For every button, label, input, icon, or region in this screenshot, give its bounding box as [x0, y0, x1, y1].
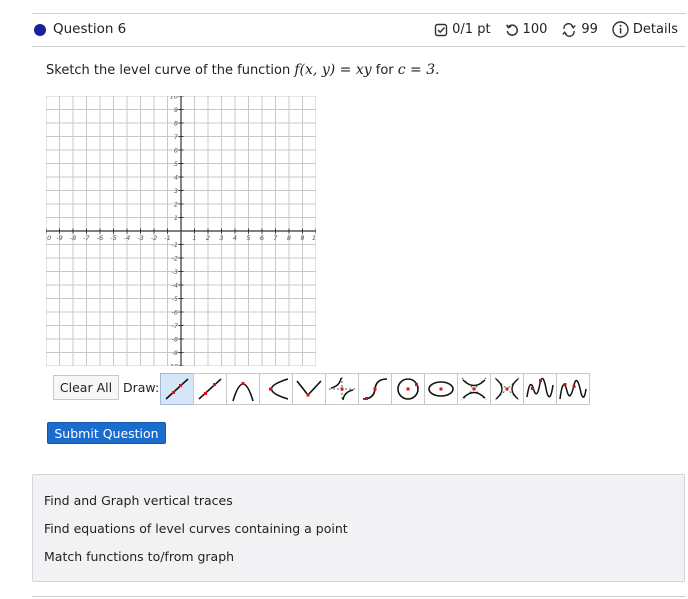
retries-text: 99	[581, 22, 598, 37]
attempts-text: 100	[522, 22, 548, 37]
sine-tool[interactable]	[523, 373, 557, 405]
y-tick-label: -4	[172, 281, 178, 289]
line-tool[interactable]	[160, 373, 194, 405]
x-tick-label: 6	[260, 234, 264, 242]
graphing-canvas[interactable]: -10-9-8-7-6-5-4-3-2-11234567891010987654…	[46, 96, 316, 366]
top-divider	[32, 13, 686, 14]
related-questions-panel: Find and Graph vertical traces Find equa…	[32, 474, 685, 582]
info-icon[interactable]	[612, 21, 629, 38]
y-tick-label: 8	[174, 119, 178, 127]
x-tick-label: 3	[219, 234, 223, 242]
y-tick-label: -8	[172, 335, 178, 343]
y-tick-label: 3	[174, 187, 178, 195]
x-tick-label: -4	[124, 234, 130, 242]
question-header: Question 6 0/1 pt 100 99 Details	[32, 19, 686, 43]
condition-expression: c = 3.	[397, 62, 440, 78]
x-tick-label: -8	[70, 234, 76, 242]
related-item[interactable]: Find and Graph vertical traces	[44, 493, 233, 508]
submit-question-button[interactable]: Submit Question	[47, 422, 166, 444]
ellipse-tool[interactable]	[424, 373, 458, 405]
y-tick-label: 5	[174, 160, 178, 168]
vertical-hyperbola-tool[interactable]	[457, 373, 491, 405]
y-tick-label: -2	[172, 254, 178, 262]
circle-tool[interactable]	[391, 373, 425, 405]
function-expression: f(x, y) = xy	[294, 62, 372, 78]
x-tick-label: -9	[56, 234, 62, 242]
y-tick-label: 9	[174, 106, 178, 114]
horizontal-parabola-tool[interactable]	[259, 373, 293, 405]
question-prompt: Sketch the level curve of the function f…	[46, 62, 440, 78]
x-tick-label: 1	[192, 234, 196, 242]
prompt-middle: for	[371, 63, 398, 78]
y-tick-label: -3	[172, 268, 178, 276]
draw-label: Draw:	[123, 380, 160, 395]
status-dot	[34, 24, 46, 36]
x-tick-label: 8	[287, 234, 291, 242]
tool-palette	[160, 373, 590, 405]
y-tick-label: 1	[174, 214, 178, 222]
question-title: Question 6	[53, 21, 127, 37]
x-tick-label: -5	[110, 234, 116, 242]
x-tick-label: 9	[300, 234, 304, 242]
clear-all-button[interactable]: Clear All	[53, 375, 119, 400]
cubic-tool[interactable]	[358, 373, 392, 405]
hyperbola-asymptote-tool[interactable]	[325, 373, 359, 405]
y-tick-label: -7	[172, 322, 179, 330]
x-tick-label: -2	[151, 234, 157, 242]
x-tick-label: -7	[83, 234, 90, 242]
question-meta: 0/1 pt 100 99 Details	[434, 21, 678, 38]
cosine-tool[interactable]	[556, 373, 590, 405]
x-tick-label: 10	[312, 234, 316, 242]
x-tick-label: 5	[246, 234, 250, 242]
horizontal-hyperbola-tool[interactable]	[490, 373, 524, 405]
x-tick-label: 2	[206, 234, 210, 242]
related-item[interactable]: Match functions to/from graph	[44, 549, 234, 564]
x-tick-label: -10	[46, 234, 51, 242]
retry-icon[interactable]	[505, 23, 519, 37]
x-tick-label: -3	[137, 234, 143, 242]
cycle-icon[interactable]	[561, 22, 577, 37]
y-tick-label: -1	[172, 241, 178, 249]
points-text: 0/1 pt	[452, 22, 491, 37]
header-divider	[32, 46, 686, 47]
related-item[interactable]: Find equations of level curves containin…	[44, 521, 348, 536]
absolute-value-tool[interactable]	[292, 373, 326, 405]
details-link[interactable]: Details	[633, 22, 678, 37]
y-tick-label: -5	[172, 295, 178, 303]
bottom-divider	[32, 596, 686, 597]
y-tick-label: 6	[174, 146, 178, 154]
y-tick-label: 10	[170, 96, 178, 100]
y-tick-label: -9	[172, 349, 178, 357]
segment-tool[interactable]	[193, 373, 227, 405]
checkbox-icon	[434, 23, 448, 37]
y-tick-label: -6	[172, 308, 178, 316]
y-tick-label: 4	[174, 173, 178, 181]
x-tick-label: -1	[164, 234, 170, 242]
parabola-tool[interactable]	[226, 373, 260, 405]
y-tick-label: -10	[167, 362, 178, 366]
x-tick-label: 4	[233, 234, 237, 242]
x-tick-label: -6	[97, 234, 103, 242]
y-tick-label: 2	[174, 200, 178, 208]
prompt-text: Sketch the level curve of the function	[46, 63, 295, 78]
